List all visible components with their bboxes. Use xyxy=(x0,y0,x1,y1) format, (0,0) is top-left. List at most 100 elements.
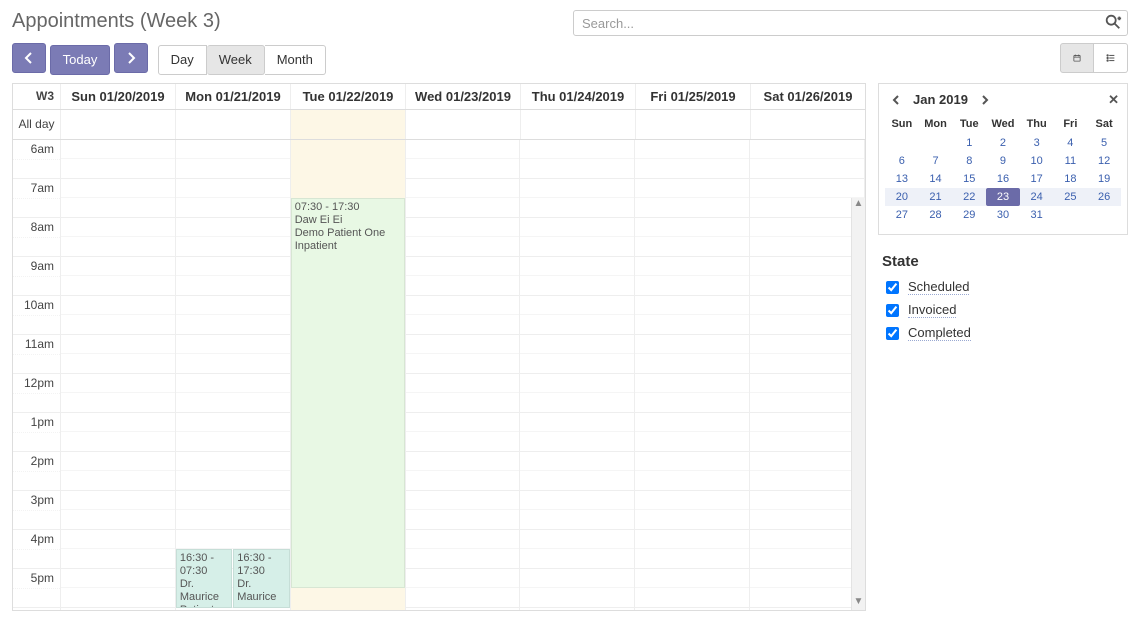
allday-cell[interactable] xyxy=(176,110,291,139)
calendar-mode-button[interactable] xyxy=(1060,43,1094,73)
minical-day[interactable]: 19 xyxy=(1087,170,1121,188)
minical-day[interactable]: 28 xyxy=(919,206,953,224)
vertical-scrollbar[interactable]: ▲ ▼ xyxy=(851,198,865,610)
search-input[interactable] xyxy=(573,10,1128,36)
state-checkbox[interactable] xyxy=(886,327,899,340)
today-button[interactable]: Today xyxy=(50,45,111,75)
minical-day[interactable]: 8 xyxy=(952,152,986,170)
day-header[interactable]: Fri 01/25/2019 xyxy=(636,84,751,109)
view-day[interactable]: Day xyxy=(158,45,207,75)
day-column[interactable] xyxy=(406,140,521,610)
event-line: Dr. Maurice xyxy=(237,578,285,604)
minical-close[interactable]: ✕ xyxy=(1108,92,1119,108)
minical-prev[interactable] xyxy=(887,93,905,107)
minical-day[interactable]: 27 xyxy=(885,206,919,224)
minical-dow: Mon xyxy=(919,114,953,134)
minical-next[interactable] xyxy=(976,93,994,107)
prev-button[interactable] xyxy=(12,43,46,73)
hour-label: 12pm xyxy=(13,374,60,413)
minical-day[interactable]: 24 xyxy=(1020,188,1054,206)
state-label: Scheduled xyxy=(908,279,969,295)
day-column[interactable] xyxy=(520,140,635,610)
allday-cell[interactable] xyxy=(751,110,865,139)
minical-day[interactable]: 25 xyxy=(1054,188,1088,206)
day-column[interactable] xyxy=(750,140,865,610)
day-header[interactable]: Sun 01/20/2019 xyxy=(61,84,176,109)
minical-day[interactable]: 5 xyxy=(1087,134,1121,152)
allday-cell[interactable] xyxy=(521,110,636,139)
allday-cell[interactable] xyxy=(636,110,751,139)
allday-cell[interactable] xyxy=(61,110,176,139)
event-line: 16:30 - 07:30 xyxy=(180,552,228,578)
hour-label: 6am xyxy=(13,140,60,179)
day-header[interactable]: Mon 01/21/2019 xyxy=(176,84,291,109)
search-icon[interactable] xyxy=(1104,13,1124,33)
minical-day[interactable]: 4 xyxy=(1054,134,1088,152)
minical-day[interactable]: 13 xyxy=(885,170,919,188)
hour-label: 10am xyxy=(13,296,60,335)
minical-day[interactable]: 22 xyxy=(952,188,986,206)
minical-day[interactable]: 9 xyxy=(986,152,1020,170)
day-column[interactable] xyxy=(61,140,176,610)
minical-day xyxy=(885,134,919,152)
view-switch: Day Week Month xyxy=(158,45,326,75)
minical-day[interactable]: 17 xyxy=(1020,170,1054,188)
day-header[interactable]: Wed 01/23/2019 xyxy=(406,84,521,109)
day-header[interactable]: Thu 01/24/2019 xyxy=(521,84,636,109)
event-line: Patient Ne xyxy=(180,604,228,608)
minical-day[interactable]: 15 xyxy=(952,170,986,188)
calendar-event[interactable]: 07:30 - 17:30Daw Ei EiDemo Patient OneIn… xyxy=(291,198,405,588)
state-checkbox[interactable] xyxy=(886,304,899,317)
scroll-up-icon[interactable]: ▲ xyxy=(852,198,865,212)
calendar-event[interactable]: 16:30 - 07:30Dr. MauricePatient Ne xyxy=(176,549,232,608)
minical-day[interactable]: 23 xyxy=(986,188,1020,206)
minical-day[interactable]: 10 xyxy=(1020,152,1054,170)
scroll-down-icon[interactable]: ▼ xyxy=(852,596,865,610)
event-line: 16:30 - 17:30 xyxy=(237,552,285,578)
list-icon xyxy=(1106,51,1115,65)
minical-day[interactable]: 30 xyxy=(986,206,1020,224)
event-line: Dr. Maurice xyxy=(180,578,228,604)
week-number: W3 xyxy=(13,84,61,109)
view-week[interactable]: Week xyxy=(207,45,265,75)
minical-dow: Tue xyxy=(952,114,986,134)
minical-day[interactable]: 26 xyxy=(1087,188,1121,206)
minical-day[interactable]: 29 xyxy=(952,206,986,224)
state-item[interactable]: Completed xyxy=(882,322,1124,345)
minical-day[interactable]: 16 xyxy=(986,170,1020,188)
minical-day[interactable]: 7 xyxy=(919,152,953,170)
state-item[interactable]: Invoiced xyxy=(882,299,1124,322)
minical-day[interactable]: 1 xyxy=(952,134,986,152)
day-header[interactable]: Tue 01/22/2019 xyxy=(291,84,406,109)
allday-cell[interactable] xyxy=(406,110,521,139)
minical-day[interactable]: 18 xyxy=(1054,170,1088,188)
event-line: 07:30 - 17:30 xyxy=(295,201,401,214)
minical-day[interactable]: 3 xyxy=(1020,134,1054,152)
minical-day[interactable]: 21 xyxy=(919,188,953,206)
minical-day[interactable]: 14 xyxy=(919,170,953,188)
day-column[interactable] xyxy=(176,140,291,610)
state-checkbox[interactable] xyxy=(886,281,899,294)
allday-cell[interactable] xyxy=(291,110,406,139)
next-button[interactable] xyxy=(114,43,148,73)
minical-day[interactable]: 11 xyxy=(1054,152,1088,170)
minical-day[interactable]: 20 xyxy=(885,188,919,206)
minical-day[interactable]: 2 xyxy=(986,134,1020,152)
minical-day[interactable]: 6 xyxy=(885,152,919,170)
state-label: Completed xyxy=(908,325,971,341)
day-column[interactable] xyxy=(635,140,750,610)
hour-label: 1pm xyxy=(13,413,60,452)
calendar-icon xyxy=(1073,51,1081,65)
minical-dow: Sat xyxy=(1087,114,1121,134)
minical-dow: Thu xyxy=(1020,114,1054,134)
minical-day[interactable]: 12 xyxy=(1087,152,1121,170)
hour-label: 3pm xyxy=(13,491,60,530)
state-item[interactable]: Scheduled xyxy=(882,276,1124,299)
hour-label: 11am xyxy=(13,335,60,374)
day-header[interactable]: Sat 01/26/2019 xyxy=(751,84,865,109)
minical-dow: Fri xyxy=(1054,114,1088,134)
view-month[interactable]: Month xyxy=(265,45,326,75)
calendar-event[interactable]: 16:30 - 17:30Dr. Maurice xyxy=(233,549,289,608)
minical-day[interactable]: 31 xyxy=(1020,206,1054,224)
list-mode-button[interactable] xyxy=(1094,43,1128,73)
